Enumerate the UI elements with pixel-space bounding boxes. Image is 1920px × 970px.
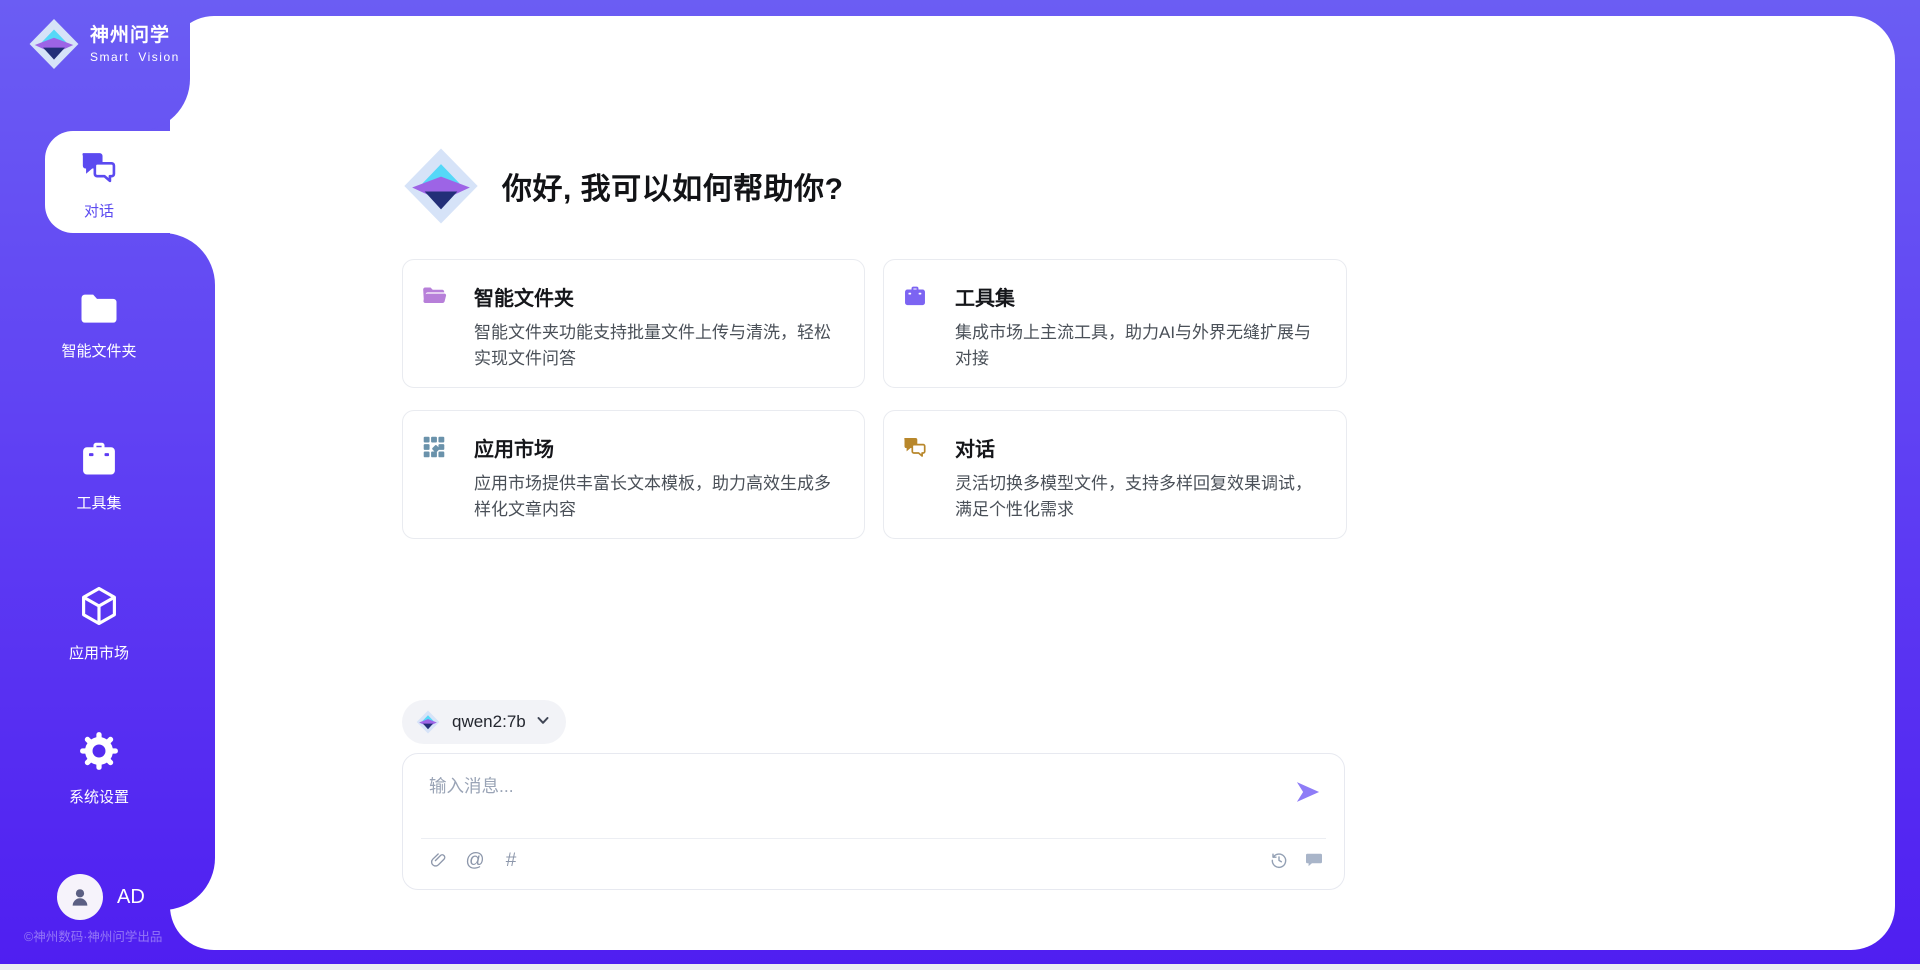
cube-icon: [78, 584, 120, 633]
briefcase-icon: [902, 283, 928, 309]
model-selector[interactable]: qwen2:7b: [402, 700, 566, 744]
folder-open-icon: [421, 283, 447, 309]
greeting: 你好, 我可以如何帮助你?: [402, 147, 844, 225]
message-composer[interactable]: 输入消息... @ #: [402, 753, 1345, 890]
card-app-market[interactable]: 应用市场 应用市场提供丰富长文本模板，助力高效生成多样化文章内容: [402, 410, 865, 539]
person-icon: [67, 884, 93, 910]
card-title: 智能文件夹: [474, 282, 842, 311]
logo-diamond-icon: [416, 710, 440, 734]
hash-icon[interactable]: #: [501, 850, 521, 870]
folder-icon: [79, 292, 119, 331]
attachment-icon[interactable]: [429, 850, 449, 870]
sidebar-item-label: 系统设置: [0, 786, 198, 807]
sidebar-item-system-settings[interactable]: 系统设置: [0, 730, 198, 807]
window-bottom-edge: [0, 964, 1920, 970]
greeting-text: 你好, 我可以如何帮助你?: [502, 164, 844, 208]
send-icon[interactable]: [1294, 778, 1322, 806]
chat-bubble-icon[interactable]: [1304, 850, 1324, 870]
card-smart-folder[interactable]: 智能文件夹 智能文件夹功能支持批量文件上传与清洗，轻松实现文件问答: [402, 259, 865, 388]
user-account[interactable]: AD: [57, 874, 145, 920]
model-name: qwen2:7b: [452, 712, 526, 732]
sidebar-item-label: 工具集: [0, 492, 198, 513]
card-chat[interactable]: 对话 灵活切换多模型文件，支持多样回复效果调试，满足个性化需求: [883, 410, 1347, 539]
user-initials: AD: [117, 886, 145, 909]
sidebar-item-label: 对话: [0, 200, 198, 221]
card-description: 智能文件夹功能支持批量文件上传与清洗，轻松实现文件问答: [474, 320, 842, 373]
history-icon[interactable]: [1269, 850, 1289, 870]
app-name: 神州问学: [90, 24, 180, 48]
card-description: 集成市场上主流工具，助力AI与外界无缝扩展与对接: [955, 320, 1324, 373]
chat-bubbles-icon: [79, 148, 119, 191]
card-title: 应用市场: [474, 433, 842, 462]
sidebar-item-smart-folder[interactable]: 智能文件夹: [0, 292, 198, 361]
sidebar-item-label: 应用市场: [0, 642, 198, 663]
avatar: [57, 874, 103, 920]
app-subtitle: Smart Vision: [90, 50, 180, 64]
logo-diamond-icon: [28, 18, 80, 70]
composer-divider: [421, 838, 1326, 839]
chevron-down-icon: [536, 713, 550, 731]
mention-icon[interactable]: @: [465, 850, 485, 870]
card-description: 灵活切换多模型文件，支持多样回复效果调试，满足个性化需求: [955, 471, 1324, 524]
message-input[interactable]: 输入消息...: [429, 773, 514, 798]
sidebar-item-toolset[interactable]: 工具集: [0, 440, 198, 513]
card-toolset[interactable]: 工具集 集成市场上主流工具，助力AI与外界无缝扩展与对接: [883, 259, 1347, 388]
copyright-footer: ©神州数码·神州问学出品: [24, 926, 162, 945]
sidebar-item-chat[interactable]: 对话: [0, 148, 198, 221]
card-description: 应用市场提供丰富长文本模板，助力高效生成多样化文章内容: [474, 471, 842, 524]
briefcase-icon: [78, 440, 120, 483]
sidebar-item-label: 智能文件夹: [0, 340, 198, 361]
app-grid-icon: [421, 434, 447, 460]
card-title: 对话: [955, 433, 1324, 462]
chat-bubbles-icon: [902, 434, 928, 460]
app-logo: 神州问学 Smart Vision: [28, 18, 180, 70]
card-title: 工具集: [955, 282, 1324, 311]
feature-cards: 智能文件夹 智能文件夹功能支持批量文件上传与清洗，轻松实现文件问答 工具集 集成…: [402, 259, 1347, 539]
gear-icon: [78, 730, 120, 777]
logo-diamond-icon: [402, 147, 480, 225]
sidebar-item-app-market[interactable]: 应用市场: [0, 584, 198, 663]
